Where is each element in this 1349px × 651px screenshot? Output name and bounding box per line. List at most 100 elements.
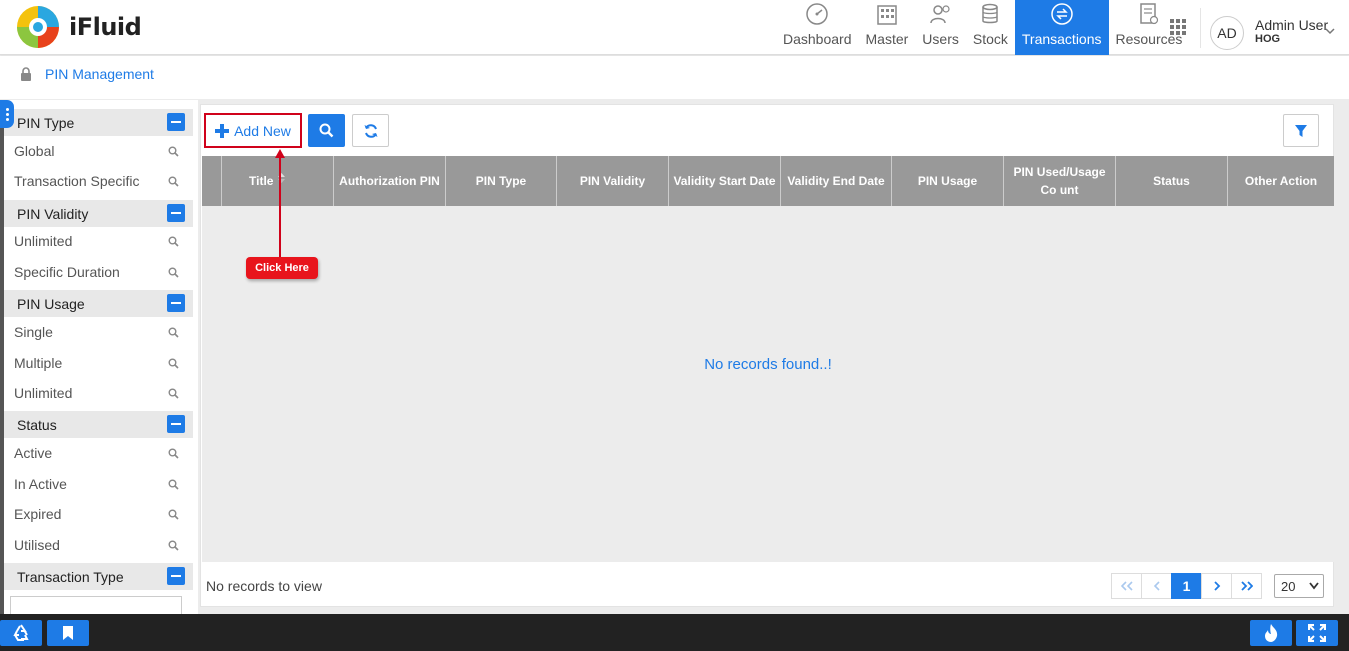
nav-users[interactable]: Users bbox=[915, 0, 966, 55]
next-page-button[interactable] bbox=[1201, 573, 1232, 599]
bookmark-button[interactable] bbox=[47, 620, 89, 646]
filter-item-label: Specific Duration bbox=[14, 264, 120, 280]
search-icon[interactable] bbox=[168, 358, 179, 369]
column-label: Validity End Date bbox=[787, 174, 885, 188]
funnel-icon bbox=[1295, 124, 1307, 137]
pagination: 1 bbox=[1111, 573, 1262, 599]
filter-item-multiple[interactable]: Multiple bbox=[14, 355, 184, 371]
nav-transactions[interactable]: Transactions bbox=[1014, 0, 1109, 55]
column-label: PIN Validity bbox=[579, 174, 646, 188]
column-pin-used-usage-count[interactable]: PIN Used/Usage Co unt bbox=[1004, 156, 1116, 206]
search-icon[interactable] bbox=[168, 327, 179, 338]
filter-group-title: PIN Validity bbox=[17, 206, 89, 222]
column-label: PIN Type bbox=[475, 174, 527, 188]
user-name[interactable]: Admin User bbox=[1255, 17, 1328, 33]
refresh-button[interactable] bbox=[352, 114, 389, 147]
app-logo[interactable]: iFluid bbox=[15, 4, 142, 50]
filter-item-expired[interactable]: Expired bbox=[14, 506, 184, 522]
search-icon[interactable] bbox=[168, 236, 179, 247]
empty-message: No records found..! bbox=[704, 356, 832, 373]
collapse-icon[interactable] bbox=[167, 204, 185, 222]
first-page-button[interactable] bbox=[1111, 573, 1142, 599]
search-button[interactable] bbox=[308, 114, 345, 147]
nav-master[interactable]: Master bbox=[859, 0, 916, 55]
page-number-button[interactable]: 1 bbox=[1171, 573, 1202, 599]
chevron-down-icon[interactable] bbox=[1309, 582, 1319, 590]
collapse-icon[interactable] bbox=[167, 567, 185, 585]
nav-label: Users bbox=[922, 31, 959, 47]
column-validity-start-date[interactable]: Validity Start Date bbox=[669, 156, 781, 206]
add-new-button[interactable]: Add New bbox=[204, 113, 302, 148]
filter-item-transaction-specific[interactable]: Transaction Specific bbox=[14, 173, 184, 189]
app-name: iFluid bbox=[69, 13, 142, 41]
filter-group-pin-usage[interactable]: PIN Usage bbox=[4, 290, 193, 317]
filter-group-title: PIN Type bbox=[17, 115, 75, 131]
callout-arrow-icon bbox=[275, 149, 285, 258]
apps-grid-icon[interactable] bbox=[1170, 19, 1186, 35]
column-pin-type[interactable]: PIN Type bbox=[446, 156, 557, 206]
double-chevron-right-icon bbox=[1240, 581, 1253, 591]
nav-dashboard[interactable]: Dashboard bbox=[776, 0, 859, 55]
filter-item-label: Single bbox=[14, 324, 53, 340]
filter-item-in-active[interactable]: In Active bbox=[14, 476, 184, 492]
breadcrumb: PIN Management bbox=[0, 56, 1349, 99]
filter-group-pin-type[interactable]: PIN Type bbox=[4, 109, 193, 136]
column-other-action[interactable]: Other Action bbox=[1228, 156, 1334, 206]
coins-stack-icon bbox=[982, 3, 999, 24]
filter-item-unlimited[interactable]: Unlimited bbox=[14, 233, 184, 249]
search-icon[interactable] bbox=[168, 388, 179, 399]
filter-item-utilised[interactable]: Utilised bbox=[14, 537, 184, 553]
chevron-down-icon[interactable] bbox=[1325, 26, 1335, 36]
column-pin-validity[interactable]: PIN Validity bbox=[557, 156, 669, 206]
filter-item-label: Transaction Specific bbox=[14, 173, 140, 189]
filter-group-pin-validity[interactable]: PIN Validity bbox=[4, 200, 193, 227]
plus-icon bbox=[215, 123, 230, 138]
column-status[interactable]: Status bbox=[1116, 156, 1228, 206]
column-validity-end-date[interactable]: Validity End Date bbox=[781, 156, 892, 206]
filter-item-active[interactable]: Active bbox=[14, 445, 184, 461]
filter-group-status[interactable]: Status bbox=[4, 411, 193, 438]
table-header-spacer bbox=[202, 156, 222, 206]
recycle-button[interactable] bbox=[0, 620, 42, 646]
expand-icon bbox=[1308, 624, 1326, 642]
filter-item-unlimited-usage[interactable]: Unlimited bbox=[14, 385, 184, 401]
nav-label: Transactions bbox=[1021, 31, 1102, 47]
collapse-icon[interactable] bbox=[167, 415, 185, 433]
nav-label: Dashboard bbox=[783, 31, 852, 47]
search-icon[interactable] bbox=[168, 267, 179, 278]
page-title[interactable]: PIN Management bbox=[45, 66, 154, 82]
building-icon bbox=[877, 5, 897, 25]
search-icon[interactable] bbox=[168, 448, 179, 459]
nav-label: Stock bbox=[972, 31, 1008, 47]
bottom-bar bbox=[0, 614, 1349, 651]
search-icon[interactable] bbox=[168, 176, 179, 187]
search-icon bbox=[319, 123, 334, 138]
collapse-icon[interactable] bbox=[167, 113, 185, 131]
search-icon[interactable] bbox=[168, 540, 179, 551]
filter-item-global[interactable]: Global bbox=[14, 143, 184, 159]
column-authorization-pin[interactable]: Authorization PIN bbox=[334, 156, 446, 206]
filter-item-label: Utilised bbox=[14, 537, 60, 553]
fullscreen-button[interactable] bbox=[1296, 620, 1338, 646]
search-icon[interactable] bbox=[168, 509, 179, 520]
filter-item-label: Unlimited bbox=[14, 233, 73, 249]
filter-group-transaction-type[interactable]: Transaction Type bbox=[4, 563, 193, 590]
chevron-left-icon bbox=[1153, 581, 1160, 591]
fire-button[interactable] bbox=[1250, 620, 1292, 646]
sidebar-toggle-icon[interactable] bbox=[0, 100, 14, 128]
filter-item-specific-duration[interactable]: Specific Duration bbox=[14, 264, 184, 280]
table-header: Title Authorization PIN PIN Type PIN Val… bbox=[202, 156, 1334, 206]
last-page-button[interactable] bbox=[1231, 573, 1262, 599]
nav-stock[interactable]: Stock bbox=[966, 0, 1015, 55]
filter-item-single[interactable]: Single bbox=[14, 324, 184, 340]
fire-icon bbox=[1265, 624, 1278, 642]
column-pin-usage[interactable]: PIN Usage bbox=[892, 156, 1004, 206]
avatar[interactable]: AD bbox=[1210, 16, 1244, 50]
ifluid-logo-icon bbox=[17, 6, 59, 48]
search-icon[interactable] bbox=[168, 479, 179, 490]
prev-page-button[interactable] bbox=[1141, 573, 1172, 599]
filter-button[interactable] bbox=[1283, 114, 1319, 147]
search-icon[interactable] bbox=[168, 146, 179, 157]
recycle-icon bbox=[13, 624, 29, 641]
collapse-icon[interactable] bbox=[167, 294, 185, 312]
